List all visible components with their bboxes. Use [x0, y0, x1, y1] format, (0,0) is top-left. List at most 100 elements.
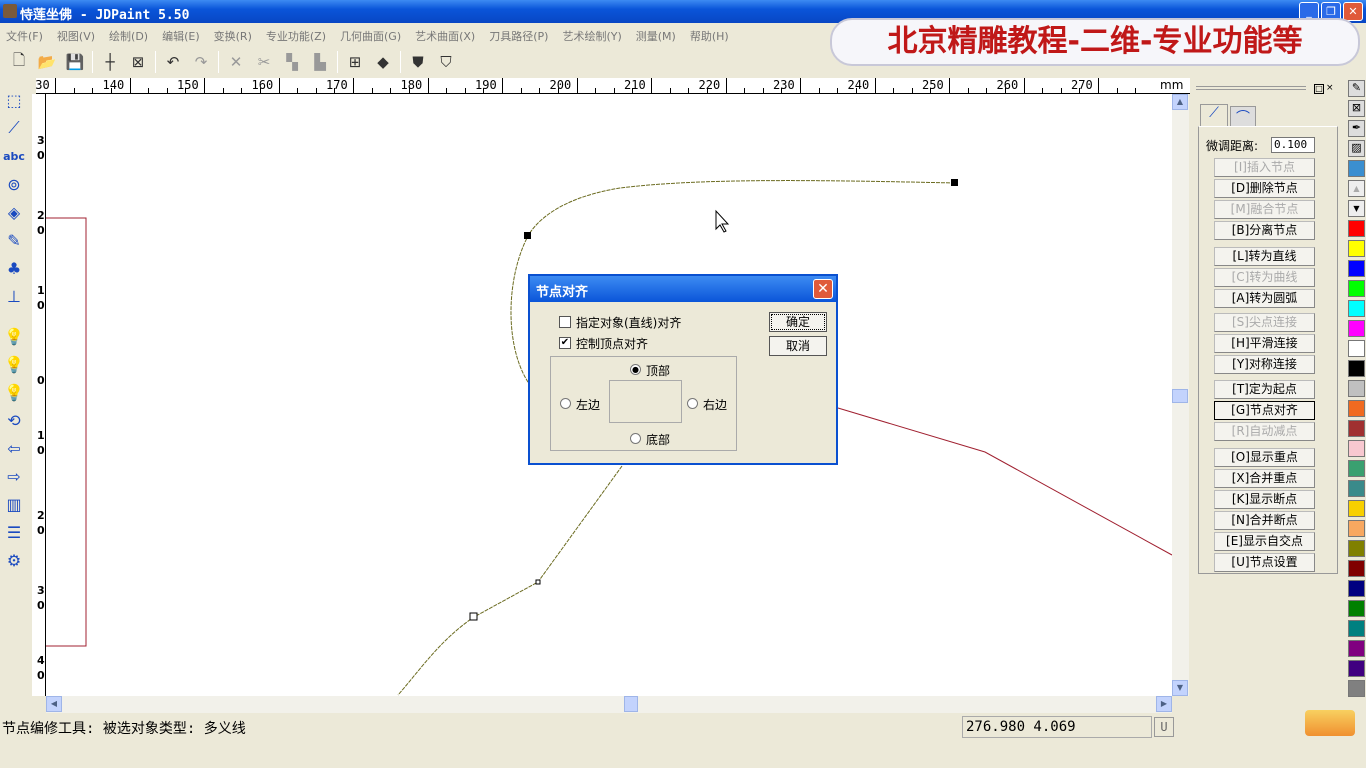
text-tool[interactable]: abc [0, 142, 28, 170]
color-swatch[interactable] [1348, 400, 1365, 417]
panel-button[interactable]: [R]自动减点 [1214, 422, 1315, 441]
bulb-multi-tool[interactable]: 💡 [0, 378, 28, 406]
red-polyline[interactable] [837, 407, 1172, 556]
color-swatch[interactable] [1348, 620, 1365, 637]
ok-button[interactable]: 确定 [769, 312, 827, 332]
crosshair-button[interactable]: ┼ [99, 51, 121, 73]
open-folder-button[interactable]: 📂 [36, 51, 58, 73]
tab-node[interactable]: ⟋ [1200, 104, 1228, 126]
color-swatch[interactable] [1348, 420, 1365, 437]
panel-button[interactable]: [E]显示自交点 [1214, 532, 1315, 551]
color-swatch[interactable] [1348, 280, 1365, 297]
redo-button[interactable]: ↷ [190, 51, 212, 73]
color-swatch[interactable] [1348, 540, 1365, 557]
node-edit-tool[interactable]: ⬚ [0, 86, 28, 114]
pattern-icon[interactable]: ▨ [1348, 140, 1365, 157]
color-swatch[interactable] [1348, 640, 1365, 657]
palette-up-button[interactable]: ▲ [1348, 180, 1365, 197]
ungroup-button[interactable]: ⛉ [435, 51, 457, 73]
node-tool-tool[interactable]: ⟋ [0, 114, 28, 142]
menu-item[interactable]: 编辑(E) [162, 28, 200, 43]
color-swatch[interactable] [1348, 440, 1365, 457]
menu-item[interactable]: 专业功能(Z) [266, 28, 326, 43]
arrow-right-tool[interactable]: ⇨ [0, 462, 28, 490]
panel-button[interactable]: [G]节点对齐 [1214, 401, 1315, 420]
color-tool[interactable]: ♣ [0, 254, 28, 282]
panel-button[interactable]: [N]合并断点 [1214, 511, 1315, 530]
radio-top[interactable]: ● [630, 364, 641, 375]
panel-button[interactable]: [U]节点设置 [1214, 553, 1315, 572]
horizontal-scrollbar[interactable]: ◀ ▶ [46, 696, 1172, 713]
panel-button[interactable]: [I]插入节点 [1214, 158, 1315, 177]
color-swatch[interactable] [1348, 520, 1365, 537]
panel-button[interactable]: [C]转为曲线 [1214, 268, 1315, 287]
panel-button[interactable]: [Y]对称连接 [1214, 355, 1315, 374]
mode-indicator[interactable]: U [1154, 717, 1174, 737]
color-swatch[interactable] [1348, 320, 1365, 337]
menu-item[interactable]: 帮助(H) [690, 28, 729, 43]
circle-tool[interactable]: ⊚ [0, 170, 28, 198]
color-swatch[interactable] [1348, 380, 1365, 397]
control-vertex-checkbox[interactable]: ✔ [559, 337, 571, 349]
color-swatch[interactable] [1348, 160, 1365, 177]
undo-button[interactable]: ↶ [162, 51, 184, 73]
group-button[interactable]: ⛊ [407, 51, 429, 73]
measure-tool[interactable]: ⊥ [0, 282, 28, 310]
scroll-thumb[interactable] [624, 696, 638, 712]
panel-button[interactable]: [M]融合节点 [1214, 200, 1315, 219]
color-swatch[interactable] [1348, 360, 1365, 377]
color-swatch[interactable] [1348, 660, 1365, 677]
color-swatch[interactable] [1348, 500, 1365, 517]
radio-right[interactable] [687, 398, 698, 409]
panel-button[interactable]: [D]删除节点 [1214, 179, 1315, 198]
menu-item[interactable]: 几何曲面(G) [340, 28, 401, 43]
vertical-scrollbar[interactable]: ▲ ▼ [1172, 94, 1189, 696]
eyedropper-icon[interactable]: ✒ [1348, 120, 1365, 137]
new-file-button[interactable]: 🗋 [8, 51, 30, 73]
panel-button[interactable]: [B]分离节点 [1214, 221, 1315, 240]
save-button[interactable]: 💾 [64, 51, 86, 73]
red-rectangle[interactable] [46, 217, 87, 647]
color-swatch[interactable] [1348, 580, 1365, 597]
arrow-left-tool[interactable]: ⇦ [0, 434, 28, 462]
node-handle[interactable] [469, 612, 478, 621]
color-swatch[interactable] [1348, 560, 1365, 577]
panel-button[interactable]: [X]合并重点 [1214, 469, 1315, 488]
shape-button[interactable]: ◆ [372, 51, 394, 73]
menu-item[interactable]: 文件(F) [6, 28, 43, 43]
menu-item[interactable]: 测量(M) [636, 28, 676, 43]
copy-button[interactable]: ▚ [281, 51, 303, 73]
delete-button[interactable]: ✕ [225, 51, 247, 73]
radio-left[interactable] [560, 398, 571, 409]
color-swatch[interactable] [1348, 680, 1365, 697]
panel-button[interactable]: [S]尖点连接 [1214, 313, 1315, 332]
menu-item[interactable]: 视图(V) [57, 28, 95, 43]
rotate-tool[interactable]: ⟲ [0, 406, 28, 434]
tab-curve[interactable]: ⌒ [1230, 106, 1256, 126]
menu-item[interactable]: 艺术绘制(Y) [562, 28, 621, 43]
panel-button[interactable]: [K]显示断点 [1214, 490, 1315, 509]
panel-button[interactable]: [A]转为圆弧 [1214, 289, 1315, 308]
menu-item[interactable]: 变换(R) [214, 28, 252, 43]
menu-item[interactable]: 绘制(D) [109, 28, 148, 43]
brush-tool[interactable]: ✎ [0, 226, 28, 254]
bulb-blue-tool[interactable]: 💡 [0, 322, 28, 350]
transform-button[interactable]: ⊞ [344, 51, 366, 73]
node-handle[interactable] [535, 579, 541, 585]
bulb-green-tool[interactable]: 💡 [0, 350, 28, 378]
pencil-icon[interactable]: ✎ [1348, 80, 1365, 97]
panel-button[interactable]: [H]平滑连接 [1214, 334, 1315, 353]
fill-tool[interactable]: ◈ [0, 198, 28, 226]
color-swatch[interactable] [1348, 300, 1365, 317]
palette-down-button[interactable]: ▼ [1348, 200, 1365, 217]
color-swatch[interactable] [1348, 600, 1365, 617]
close-button[interactable]: ✕ [1343, 2, 1363, 21]
panel-close-button[interactable]: × [1326, 84, 1336, 94]
color-swatch[interactable] [1348, 480, 1365, 497]
color-swatch[interactable] [1348, 260, 1365, 277]
radio-bottom[interactable] [630, 433, 641, 444]
scroll-thumb[interactable] [1172, 389, 1188, 403]
color-swatch[interactable] [1348, 460, 1365, 477]
color-swatch[interactable] [1348, 240, 1365, 257]
copy-layer-tool[interactable]: ▥ [0, 490, 28, 518]
